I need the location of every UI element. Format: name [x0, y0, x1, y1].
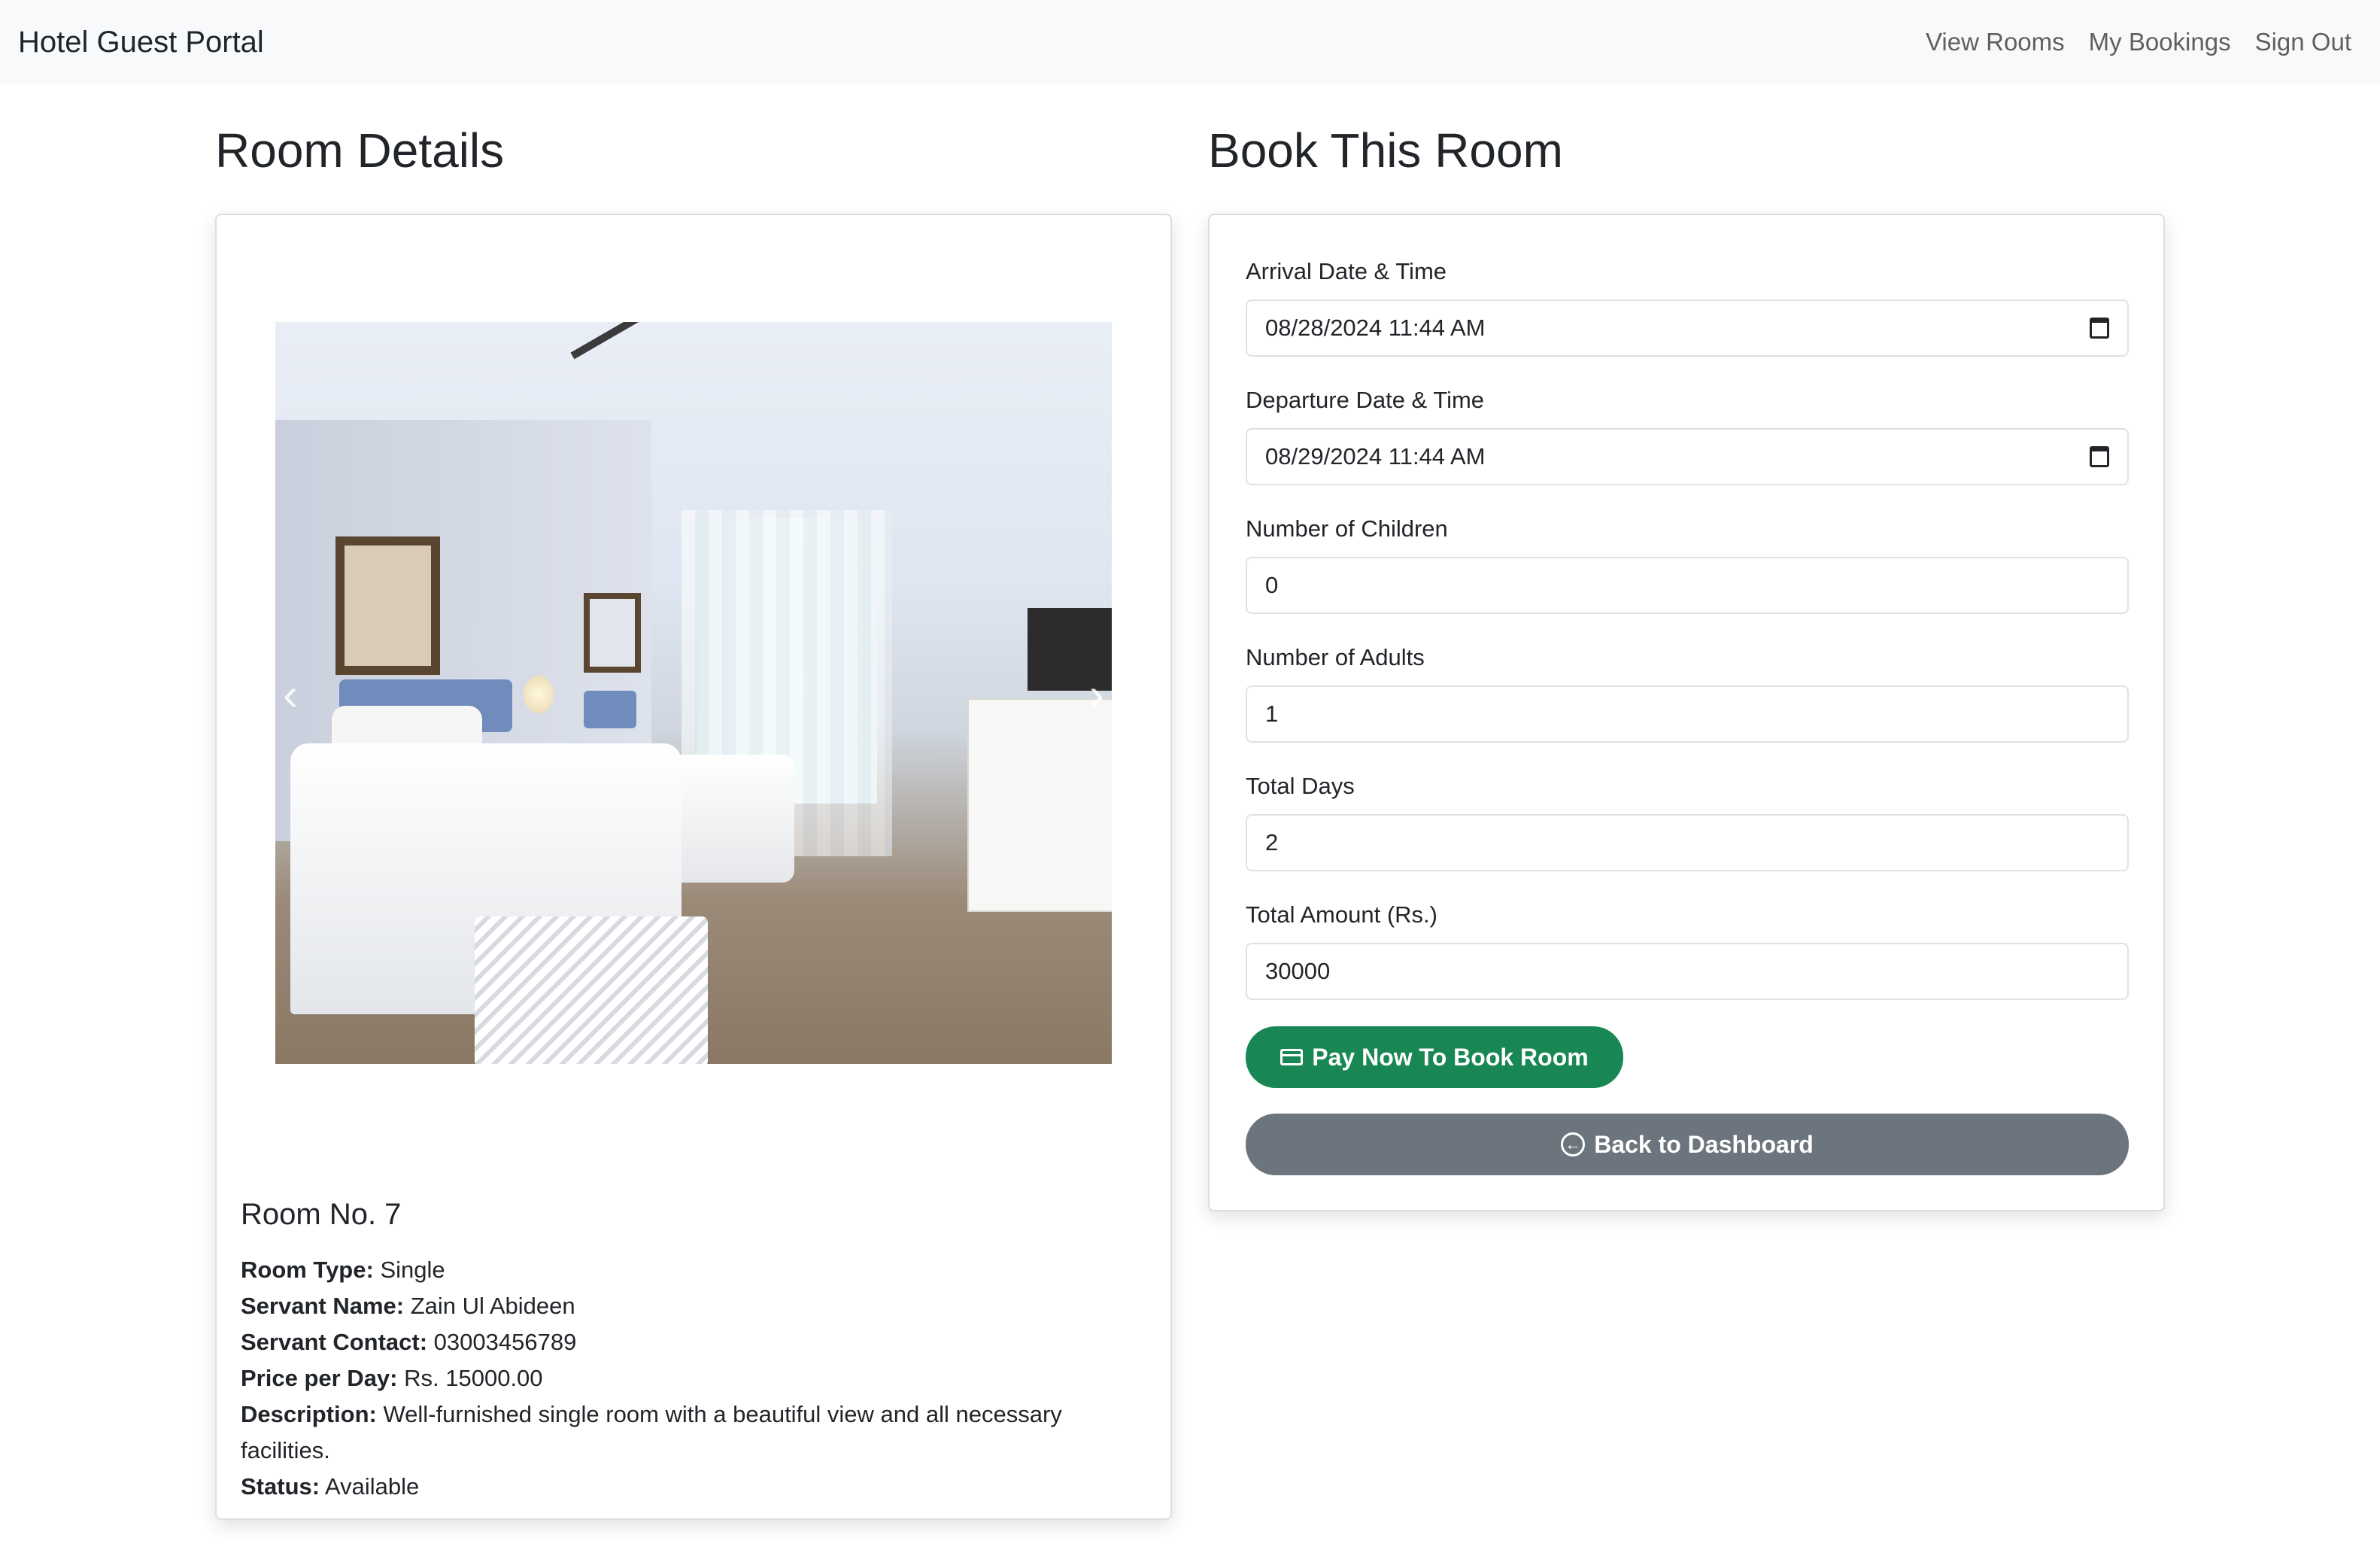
room-details-heading: Room Details [215, 123, 505, 178]
room-status: Status: Available [241, 1473, 420, 1500]
total-amount-label: Total Amount (Rs.) [1246, 901, 1437, 928]
arrow-left-circle-icon: ← [1561, 1132, 1586, 1156]
pay-now-button[interactable]: Pay Now To Book Room [1246, 1026, 1623, 1088]
price-per-day: Price per Day: Rs. 15000.00 [241, 1365, 543, 1391]
booking-form-card: Arrival Date & Time 08/28/2024 11:44 AM … [1208, 214, 2165, 1211]
room-details-card: ‹ › Room No. 7 Room Type: Single Servant… [215, 214, 1172, 1520]
brand-link[interactable]: Hotel Guest Portal [18, 21, 264, 63]
nav-link-view-rooms[interactable]: View Rooms [1926, 23, 2065, 62]
room-image-carousel[interactable]: ‹ › [275, 322, 1112, 1064]
credit-card-icon [1280, 1049, 1304, 1065]
total-amount-group: Total Amount (Rs.) 30000 [1246, 898, 2129, 1000]
servant-name: Servant Name: Zain Ul Abideen [241, 1293, 575, 1319]
chevron-right-icon[interactable]: › [1082, 668, 1112, 721]
room-info: Room No. 7 Room Type: Single Servant Nam… [241, 1193, 1136, 1505]
nav-link-my-bookings[interactable]: My Bookings [2089, 23, 2231, 62]
children-input[interactable]: 0 [1246, 557, 2129, 614]
arrival-input[interactable]: 08/28/2024 11:44 AM [1246, 299, 2129, 357]
adults-label: Number of Adults [1246, 644, 1425, 670]
room-photo [275, 322, 1112, 1064]
back-to-dashboard-button[interactable]: ← Back to Dashboard [1246, 1114, 2129, 1175]
total-amount-input[interactable]: 30000 [1246, 943, 2129, 1000]
total-days-label: Total Days [1246, 773, 1355, 799]
nav-links: View Rooms My Bookings Sign Out [1926, 23, 2351, 62]
chevron-left-icon[interactable]: ‹ [275, 668, 305, 721]
book-room-heading: Book This Room [1208, 123, 1563, 178]
departure-label: Departure Date & Time [1246, 387, 1485, 413]
departure-group: Departure Date & Time 08/29/2024 11:44 A… [1246, 383, 2129, 485]
room-title: Room No. 7 [241, 1198, 402, 1231]
adults-input[interactable]: 1 [1246, 685, 2129, 743]
arrival-group: Arrival Date & Time 08/28/2024 11:44 AM [1246, 254, 2129, 357]
room-type: Room Type: Single [241, 1257, 445, 1283]
departure-input[interactable]: 08/29/2024 11:44 AM [1246, 428, 2129, 485]
calendar-icon[interactable] [2090, 318, 2109, 339]
calendar-icon[interactable] [2090, 446, 2109, 467]
total-days-group: Total Days 2 [1246, 769, 2129, 871]
children-label: Number of Children [1246, 515, 1448, 542]
total-days-input[interactable]: 2 [1246, 814, 2129, 871]
adults-group: Number of Adults 1 [1246, 640, 2129, 743]
servant-contact: Servant Contact: 03003456789 [241, 1329, 577, 1355]
children-group: Number of Children 0 [1246, 512, 2129, 614]
arrival-label: Arrival Date & Time [1246, 258, 1447, 284]
room-description: Description: Well-furnished single room … [241, 1401, 1062, 1463]
nav-link-sign-out[interactable]: Sign Out [2255, 23, 2351, 62]
top-navbar: Hotel Guest Portal View Rooms My Booking… [0, 0, 2380, 84]
